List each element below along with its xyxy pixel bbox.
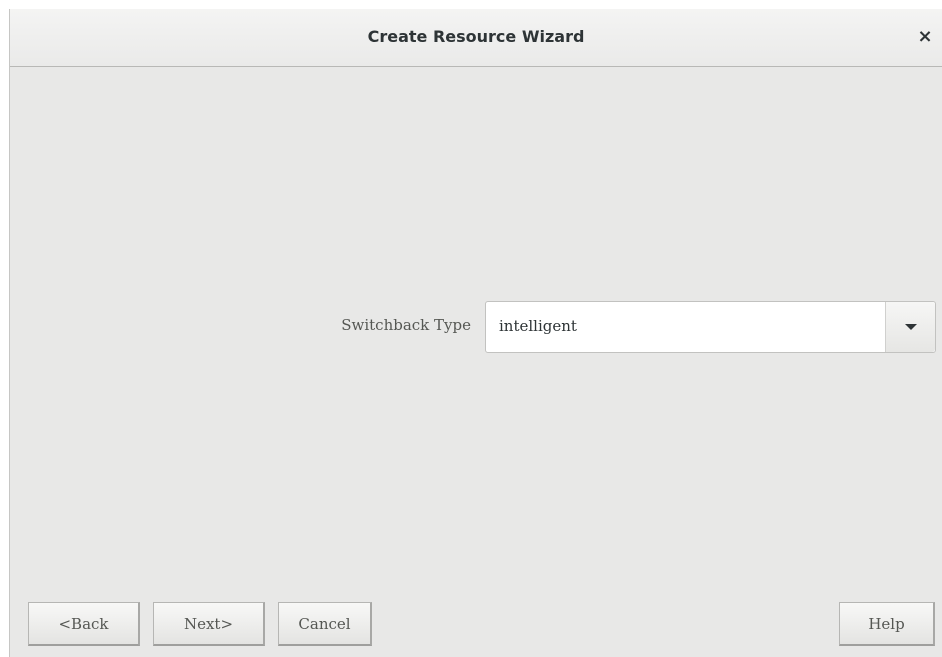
dropdown-button[interactable] <box>885 302 935 352</box>
cancel-button[interactable]: Cancel <box>278 602 372 646</box>
titlebar: Create Resource Wizard × <box>10 9 942 67</box>
back-button[interactable]: <Back <box>28 602 140 646</box>
switchback-type-label: Switchback Type <box>341 316 471 334</box>
wizard-dialog: Create Resource Wizard × Switchback Type… <box>9 9 942 657</box>
switchback-type-value: intelligent <box>499 317 577 335</box>
close-button[interactable]: × <box>912 23 938 49</box>
switchback-type-combobox[interactable]: intelligent <box>485 301 936 353</box>
help-button[interactable]: Help <box>839 602 935 646</box>
switchback-type-row: Switchback Type intelligent <box>10 301 942 353</box>
dialog-title: Create Resource Wizard <box>367 27 585 46</box>
chevron-down-icon <box>905 324 917 330</box>
next-button[interactable]: Next> <box>153 602 265 646</box>
close-icon: × <box>917 25 933 47</box>
